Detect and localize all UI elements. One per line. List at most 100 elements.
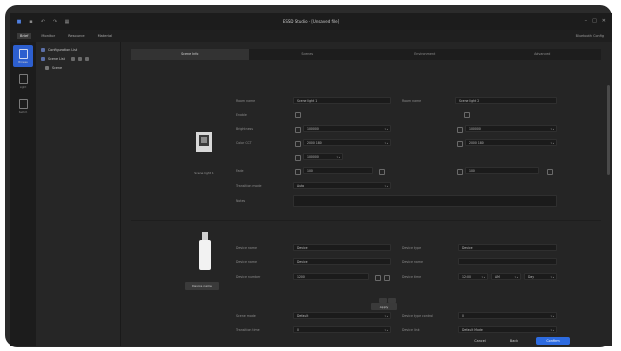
browse-icon xyxy=(18,48,28,59)
copy-icon[interactable] xyxy=(77,56,82,61)
right-brightness-stepper[interactable]: 100000 xyxy=(465,125,557,133)
light-icon xyxy=(18,73,28,84)
transition-time-label: Transition time xyxy=(236,328,260,332)
menu-monitor[interactable]: Monitor xyxy=(38,33,58,39)
device-time-field-3[interactable]: Day xyxy=(524,273,557,281)
transition-time-select[interactable]: 0 xyxy=(293,326,391,334)
scene-mode-label: Scene mode xyxy=(236,314,256,318)
device-name-field-a[interactable]: Device xyxy=(293,244,391,251)
left-enable-checkbox[interactable] xyxy=(295,112,301,118)
sidebar-item-label: Switch xyxy=(18,110,28,114)
menu-material[interactable]: Material xyxy=(95,33,116,39)
left-sidebar: Browse Light Switch xyxy=(10,42,36,346)
confirm-button[interactable]: Confirm xyxy=(536,337,570,345)
right-enable-checkbox[interactable] xyxy=(464,112,470,118)
tree-item-scene-list[interactable]: Scene List xyxy=(36,54,120,63)
scene-icon xyxy=(45,65,49,70)
transition-select[interactable]: Auto xyxy=(293,182,391,190)
scene-mode-select[interactable]: Default xyxy=(293,312,391,320)
tab-environment[interactable]: Environment xyxy=(366,49,484,60)
device-name-field-c[interactable]: Device xyxy=(293,258,391,265)
back-button[interactable]: Back xyxy=(501,337,527,345)
scrollbar[interactable] xyxy=(607,85,610,175)
third-row-checkbox[interactable] xyxy=(295,155,301,161)
device-number-checkbox-b[interactable] xyxy=(384,275,390,281)
device-type-field[interactable]: Device xyxy=(458,244,557,251)
device-type-control-select[interactable]: 0 xyxy=(458,312,557,320)
left-fade-field[interactable]: 100 xyxy=(303,167,373,174)
left-cct-stepper[interactable]: 2000 180 xyxy=(303,139,391,147)
right-brightness-checkbox[interactable] xyxy=(457,127,463,133)
tree-header-label: Configuration List xyxy=(48,47,78,52)
left-fade-checkbox[interactable] xyxy=(295,169,301,175)
tree-item-scene[interactable]: Scene xyxy=(36,63,120,72)
right-name-field[interactable]: Scene light 2 xyxy=(455,97,557,104)
folder-icon xyxy=(41,47,45,52)
close-icon[interactable]: ✕ xyxy=(602,18,606,24)
switch-icon xyxy=(18,98,28,109)
device-time-field-1[interactable]: 12:00 xyxy=(458,273,488,281)
device-name-button[interactable]: Device name xyxy=(185,282,219,290)
notes-field[interactable] xyxy=(293,195,557,207)
left-name-field[interactable]: Scene light 1 xyxy=(293,97,391,104)
device-link-select[interactable]: Default Mode xyxy=(458,326,557,334)
cancel-button[interactable]: Cancel xyxy=(467,337,493,345)
right-fade-side-checkbox[interactable] xyxy=(547,169,553,175)
right-name-label: Room name xyxy=(402,99,422,103)
device-number-label: Device number xyxy=(236,275,261,279)
tab-scene-info[interactable]: Scene Info xyxy=(131,49,249,60)
device-number-field[interactable]: 1200 xyxy=(293,273,369,280)
mini-tab-b[interactable] xyxy=(388,298,396,303)
minimize-icon[interactable]: – xyxy=(585,18,588,24)
menubar-right-label[interactable]: Bluetooth Config xyxy=(576,34,604,38)
right-fade-checkbox[interactable] xyxy=(457,169,463,175)
device-time-field-2[interactable]: AM xyxy=(491,273,521,281)
sidebar-item-light[interactable]: Light xyxy=(13,70,33,92)
cct-label: Color CCT xyxy=(236,141,252,145)
fade-label: Fade xyxy=(236,169,244,173)
section1-caption: Scene light 1 xyxy=(194,171,214,175)
main-panel: Scene Info Scenes Environment Advanced S… xyxy=(121,42,612,346)
right-cct-checkbox[interactable] xyxy=(457,141,463,147)
third-row-stepper[interactable]: 100000 xyxy=(303,153,343,161)
brightness-label: Brightness xyxy=(236,127,253,131)
tab-bar: Scene Info Scenes Environment Advanced xyxy=(131,49,601,60)
section-divider xyxy=(131,220,601,221)
app-window: ■ ▪ ↶ ↷ ▦ ESSD Studio · [Unsaved file] –… xyxy=(10,13,612,346)
titlebar: ■ ▪ ↶ ↷ ▦ ESSD Studio · [Unsaved file] –… xyxy=(10,13,612,30)
tab-scenes[interactable]: Scenes xyxy=(249,49,367,60)
mini-tab-a[interactable] xyxy=(379,298,387,303)
maximize-icon[interactable]: □ xyxy=(592,18,597,24)
left-name-label: Room name xyxy=(236,99,256,103)
delete-icon[interactable] xyxy=(84,56,89,61)
left-fade-side-checkbox[interactable] xyxy=(379,169,385,175)
device-name-label-d: Device name xyxy=(402,260,423,264)
device-name-field-d[interactable] xyxy=(458,258,557,265)
left-brightness-checkbox[interactable] xyxy=(295,127,301,133)
tab-advanced[interactable]: Advanced xyxy=(484,49,602,60)
tree-item-label: Scene List xyxy=(48,56,65,61)
device-time-label: Device time xyxy=(402,275,422,279)
device-type-control-label: Device type control xyxy=(402,314,434,318)
device-type-label: Device type xyxy=(402,246,422,250)
tree-panel: Configuration List Scene List Scene xyxy=(36,42,121,346)
right-fade-field[interactable]: 100 xyxy=(465,167,539,174)
sidebar-item-browse[interactable]: Browse xyxy=(13,45,33,67)
apply-button[interactable]: Apply xyxy=(371,303,397,310)
tree-item-label: Scene xyxy=(52,65,63,70)
tree-header[interactable]: Configuration List xyxy=(36,45,120,54)
menu-resource[interactable]: Resource xyxy=(65,33,87,39)
right-cct-stepper[interactable]: 2000 180 xyxy=(465,139,557,147)
notes-label: Notes xyxy=(236,199,246,203)
left-cct-checkbox[interactable] xyxy=(295,141,301,147)
enable-label: Enable xyxy=(236,113,247,117)
sidebar-item-switch[interactable]: Switch xyxy=(13,95,33,117)
mini-tab-group xyxy=(379,298,396,303)
device-number-checkbox-a[interactable] xyxy=(375,275,381,281)
sidebar-item-label: Light xyxy=(19,85,27,89)
left-brightness-stepper[interactable]: 100000 xyxy=(303,125,391,133)
menubar: Brief Monitor Resource Material Bluetoot… xyxy=(10,30,612,42)
add-icon[interactable] xyxy=(70,56,75,61)
menu-brief[interactable]: Brief xyxy=(17,33,32,39)
window-title: ESSD Studio · [Unsaved file] xyxy=(282,19,340,24)
